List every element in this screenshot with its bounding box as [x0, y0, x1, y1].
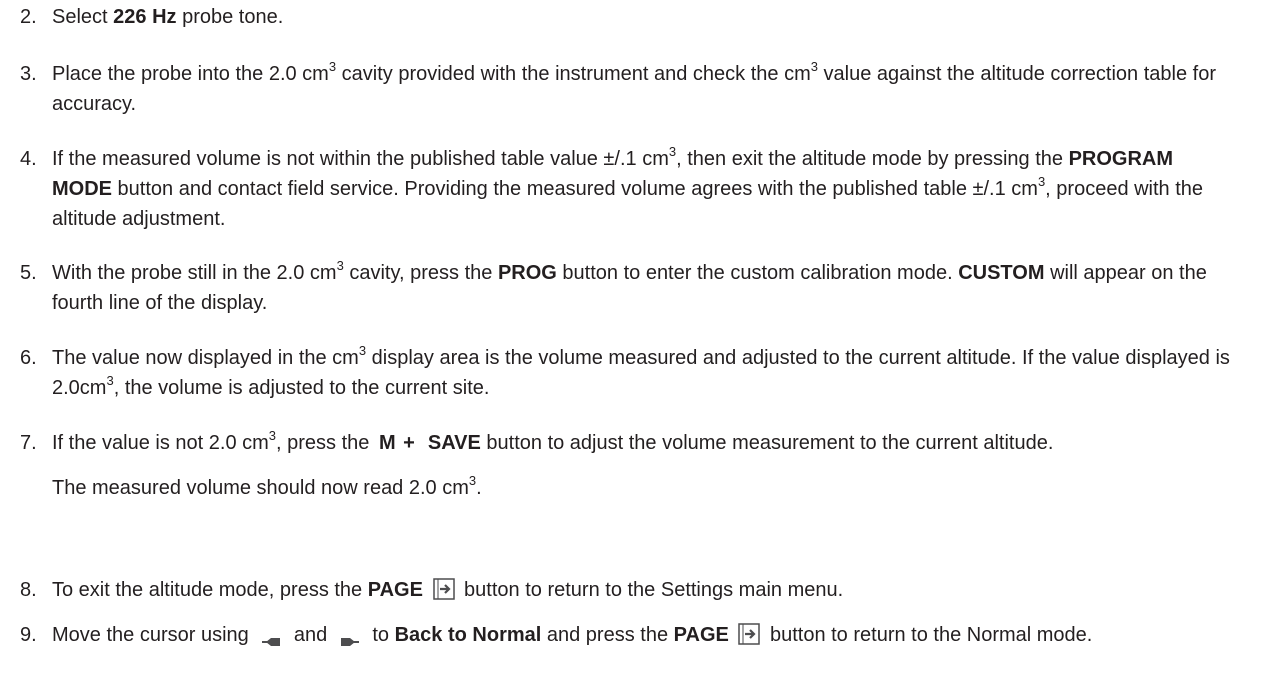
- custom-label: CUSTOM: [958, 262, 1045, 284]
- step-number: 2.: [20, 6, 37, 28]
- step-text: Place the probe into the 2.0 cm3 cavity …: [52, 59, 1217, 115]
- cursor-right-arrow-icon: [339, 628, 361, 646]
- step-number: 4.: [20, 148, 37, 170]
- step-number: 6.: [20, 347, 37, 369]
- step-number: 5.: [20, 262, 37, 284]
- m-plus-label: M +: [378, 432, 416, 454]
- step-text: The value now displayed in the cm3 displ…: [52, 343, 1230, 399]
- page-button-label: PAGE: [367, 579, 423, 601]
- save-button-label: SAVE: [427, 432, 481, 454]
- back-to-normal-label: Back to Normal: [394, 624, 542, 646]
- step-number: 3.: [20, 63, 37, 85]
- step-text: Select 226 Hz probe tone.: [52, 6, 284, 28]
- step-text: If the value is not 2.0 cm3, press the M…: [52, 428, 1237, 503]
- step-text: If the measured volume is not within the…: [52, 144, 1204, 230]
- prog-button-label: PROG: [497, 262, 557, 284]
- page-forward-icon: [738, 622, 761, 645]
- step-number: 8.: [20, 579, 37, 601]
- probe-tone-value: 226 Hz: [113, 6, 177, 28]
- step-note: The measured volume should now read 2.0 …: [52, 473, 482, 499]
- step-number: 7.: [20, 432, 37, 454]
- step-text: To exit the altitude mode, press the PAG…: [52, 577, 844, 601]
- step-number: 9.: [20, 624, 37, 646]
- cursor-left-arrow-icon: [260, 628, 282, 646]
- step-text: Move the cursor using and to Back to Nor…: [52, 622, 1093, 646]
- step-text: With the probe still in the 2.0 cm3 cavi…: [52, 258, 1207, 314]
- page-forward-icon: [432, 577, 455, 600]
- page-button-label: PAGE: [673, 624, 729, 646]
